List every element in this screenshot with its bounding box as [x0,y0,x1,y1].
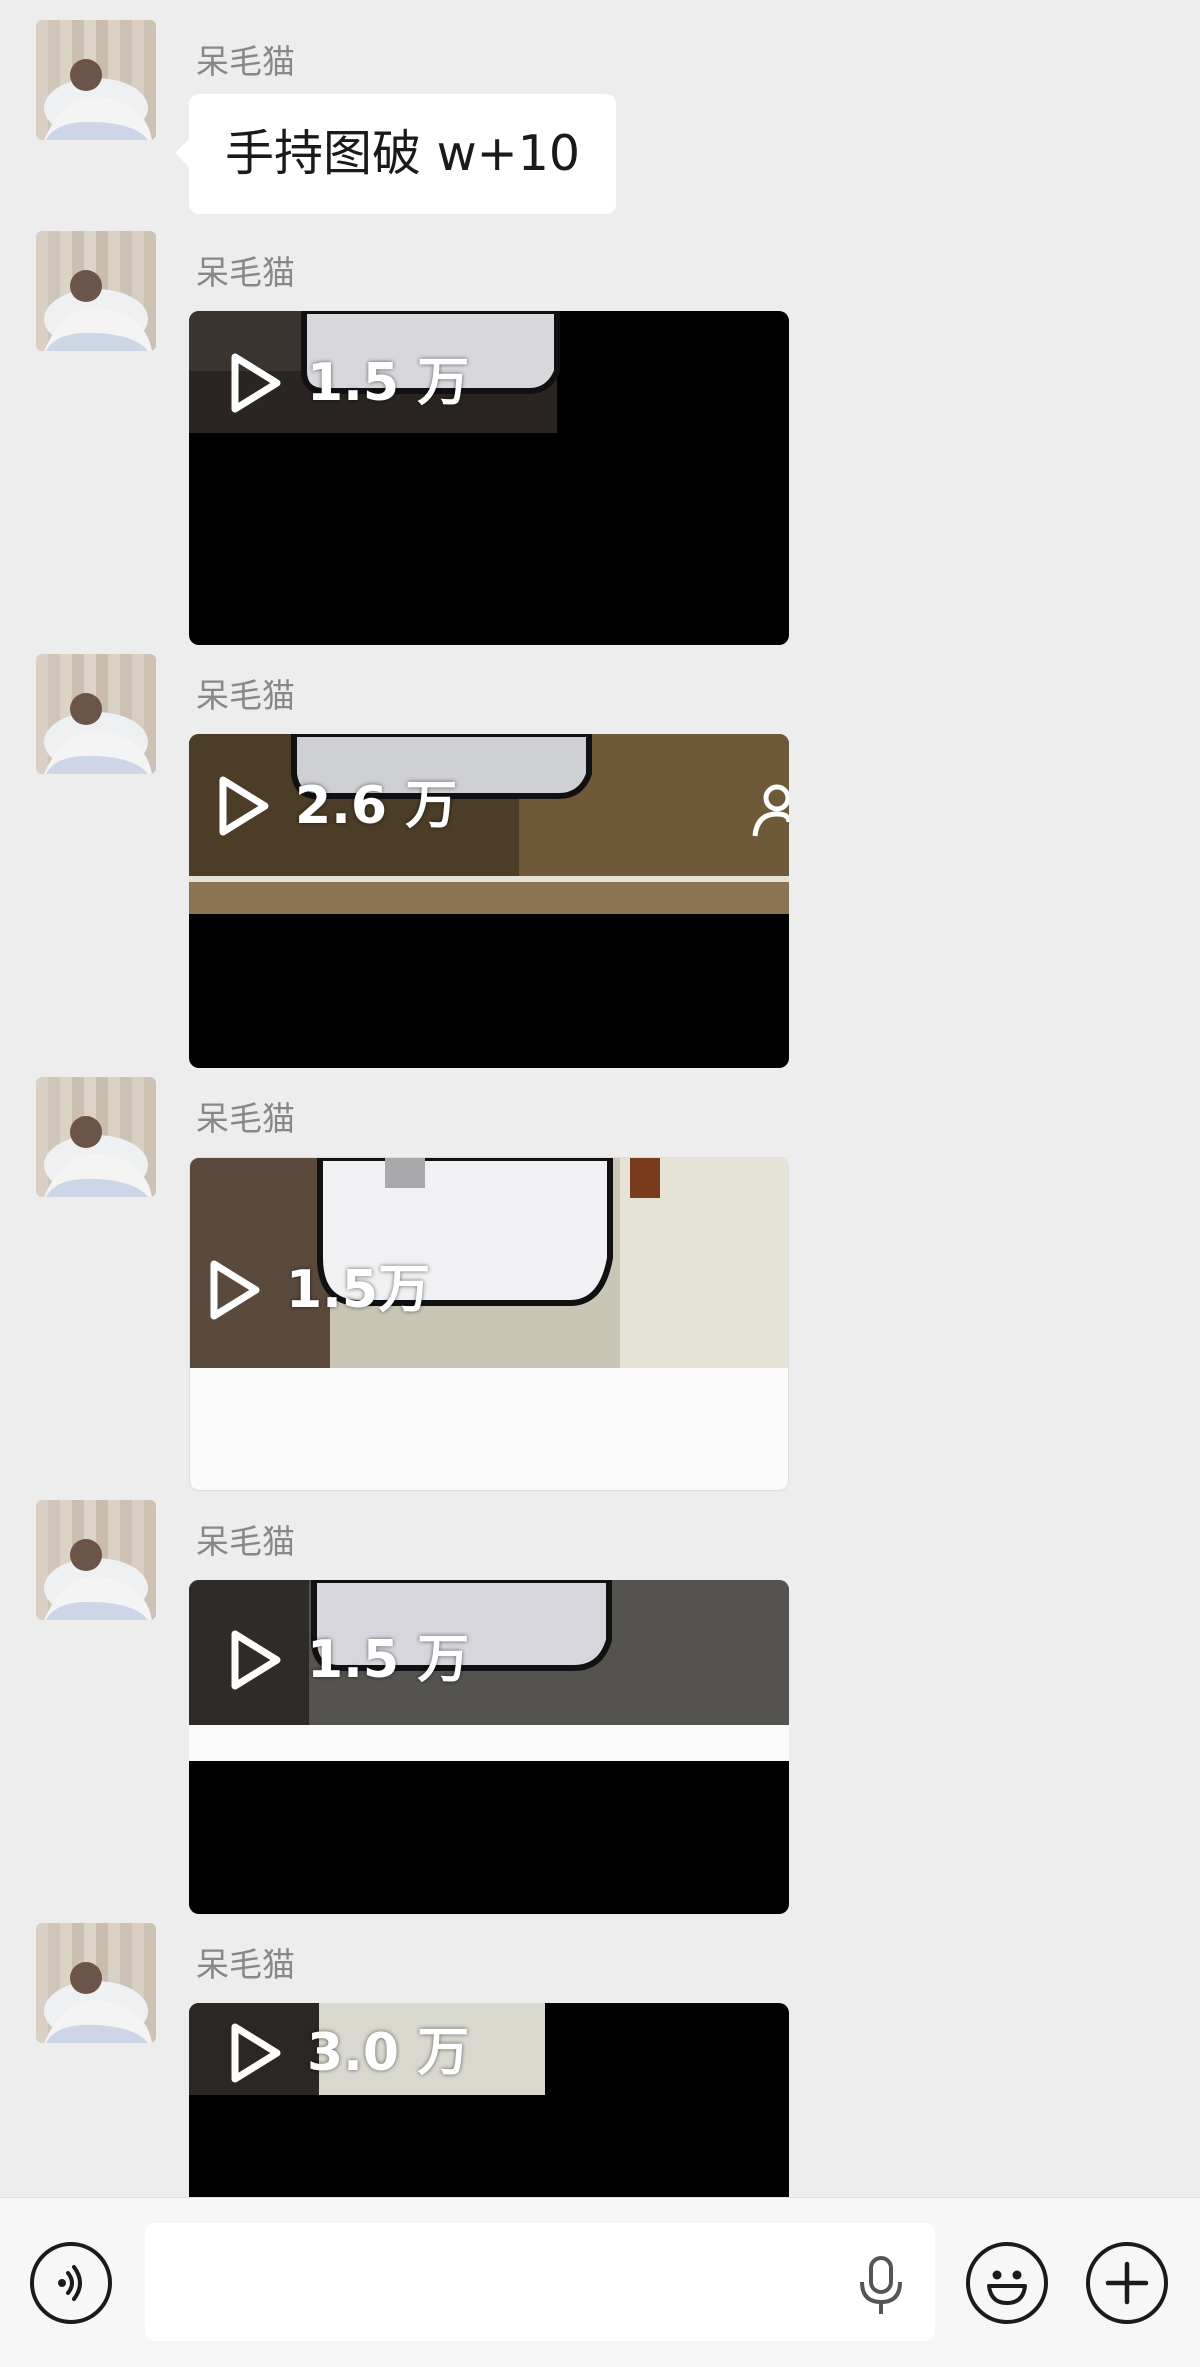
view-count: 3.0 万 [307,2023,470,2083]
chat-area[interactable]: 呆毛猫 手持图破 w+10 呆毛猫 1.5 万 呆毛猫 2.6 万 呆毛猫 1.… [0,0,1200,2197]
avatar[interactable] [36,1077,156,1197]
avatar[interactable] [36,231,156,351]
avatar[interactable] [36,1923,156,2043]
video-overlay: 1.5万 [206,1258,430,1322]
video-overlay: 3.0 万 [227,2021,469,2085]
view-count: 1.5 万 [307,353,470,413]
video-message[interactable]: 1.5万 [189,1157,789,1491]
voice-mode-icon [58,2265,82,2301]
video-overlay: 1.5 万 [227,1628,469,1692]
sender-name: 呆毛猫 [196,676,295,715]
emoji-icon [987,2270,1027,2305]
video-message[interactable]: 1.5 万 [189,311,789,645]
voice-toggle-button[interactable] [30,2242,112,2324]
avatar[interactable] [36,654,156,774]
view-count: 1.5 万 [307,1630,470,1690]
sender-name: 呆毛猫 [196,1522,295,1561]
view-count: 2.6 万 [295,776,458,836]
more-plus-icon [1105,2261,1149,2305]
play-icon [215,774,273,838]
emoji-button[interactable] [966,2242,1048,2324]
microphone-icon[interactable] [856,2254,906,2322]
input-bar [0,2197,1200,2367]
sender-name: 呆毛猫 [196,1945,295,1984]
video-message[interactable]: 1.5 万 [189,1580,789,1914]
video-overlay: 1.5 万 [227,351,469,415]
sender-name: 呆毛猫 [196,42,295,81]
more-plus-button[interactable] [1086,2242,1168,2324]
video-thumbnail [190,1158,788,1368]
view-count: 1.5万 [286,1260,431,1320]
sender-name: 呆毛猫 [196,1099,295,1138]
play-icon [227,351,285,415]
avatar[interactable] [36,20,156,140]
play-icon [227,2021,285,2085]
message-input[interactable] [145,2223,935,2341]
user-icon [752,784,789,837]
video-message[interactable]: 2.6 万 [189,734,789,1068]
video-message[interactable]: 3.0 万 [189,2003,789,2197]
sender-name: 呆毛猫 [196,253,295,292]
play-icon [206,1258,264,1322]
text-message-bubble[interactable]: 手持图破 w+10 [174,94,617,214]
avatar[interactable] [36,1500,156,1620]
play-icon [227,1628,285,1692]
video-overlay: 2.6 万 [215,774,457,838]
